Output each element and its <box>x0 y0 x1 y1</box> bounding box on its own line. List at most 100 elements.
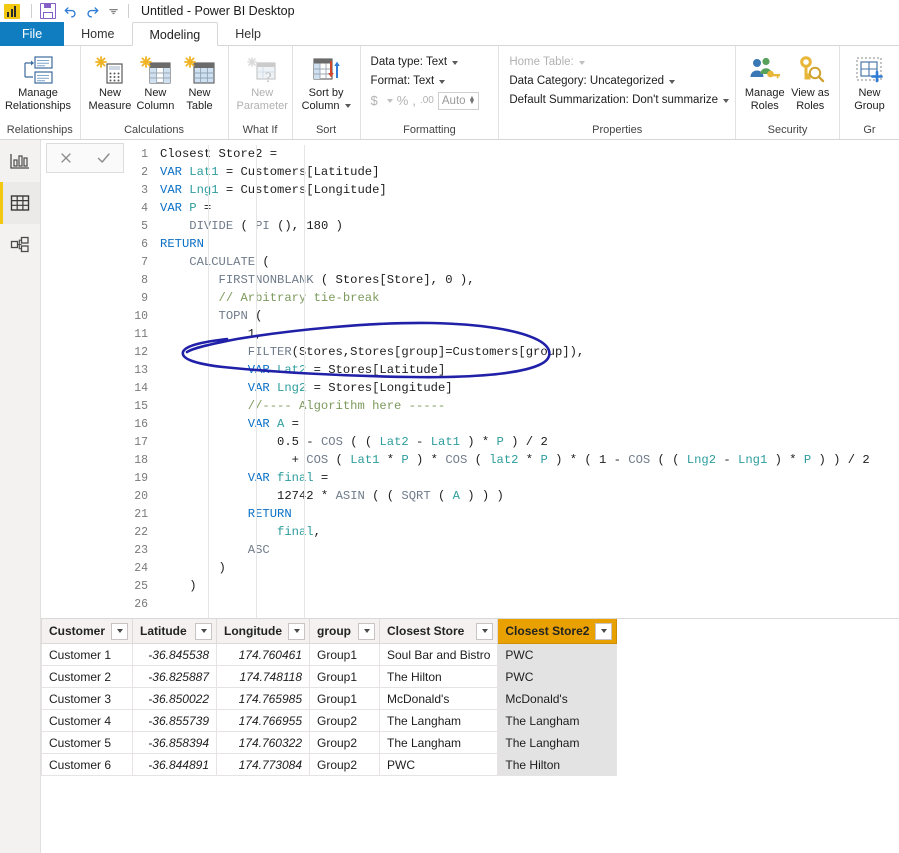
customize-quick-access-chevron-down-icon[interactable] <box>107 5 120 18</box>
view-as-roles-button[interactable]: View as Roles <box>788 51 834 112</box>
table-cell[interactable]: Customer 4 <box>41 709 134 732</box>
decimal-places-button[interactable]: .00 <box>420 91 434 110</box>
table-cell[interactable]: The Langham <box>497 731 618 754</box>
table-cell[interactable]: The Hilton <box>378 665 499 688</box>
code-line: 13 VAR Lat2 = Stores[Latitude] <box>126 361 899 379</box>
column-header-customer[interactable]: Customer <box>41 619 134 644</box>
data-table: Customer Latitude Longitude group Closest St… <box>41 619 618 776</box>
line-number: 3 <box>141 184 148 197</box>
new-column-button[interactable]: New Column <box>133 51 177 112</box>
manage-roles-button[interactable]: Manage Roles <box>742 51 788 112</box>
data-type-dropdown[interactable]: Data type: Text <box>371 53 459 72</box>
table-cell[interactable]: Customer 6 <box>41 753 134 776</box>
table-cell[interactable]: -36.855739 <box>132 709 218 732</box>
table-cell[interactable]: PWC <box>497 643 618 666</box>
tab-home[interactable]: Home <box>64 22 131 46</box>
table-cell[interactable]: PWC <box>378 753 499 776</box>
column-header-closest-store2[interactable]: Closest Store2 <box>497 619 618 644</box>
table-cell[interactable]: The Langham <box>378 709 499 732</box>
table-cell[interactable]: 174.766955 <box>216 709 310 732</box>
sidebar-item-data-view[interactable] <box>0 182 40 224</box>
table-cell[interactable]: Customer 5 <box>41 731 134 754</box>
table-row[interactable]: Customer 3 -36.850022 174.765985 Group1 McDo… <box>41 687 618 710</box>
column-filter-dropdown-icon[interactable] <box>288 622 305 640</box>
table-cell[interactable]: The Hilton <box>497 753 618 776</box>
data-grid[interactable]: Customer Latitude Longitude group Closest St… <box>41 619 899 853</box>
accept-formula-button[interactable] <box>85 144 123 172</box>
table-cell[interactable]: 174.773084 <box>216 753 310 776</box>
column-filter-dropdown-icon[interactable] <box>111 622 129 640</box>
table-row[interactable]: Customer 1 -36.845538 174.760461 Group1 Soul… <box>41 643 618 666</box>
code-token: ) ) ) <box>459 489 504 503</box>
tab-modeling[interactable]: Modeling <box>131 22 219 46</box>
table-cell[interactable]: 174.748118 <box>216 665 310 688</box>
column-header-longitude[interactable]: Longitude <box>216 619 310 644</box>
table-cell[interactable]: Customer 1 <box>41 643 134 666</box>
table-cell[interactable]: Group2 <box>309 709 380 732</box>
column-header-closest-store[interactable]: Closest Store <box>378 619 499 644</box>
code-token: = Stores[Longitude] <box>306 381 453 395</box>
table-cell[interactable]: Customer 2 <box>41 665 134 688</box>
column-filter-dropdown-icon[interactable] <box>195 622 213 640</box>
table-cell[interactable]: PWC <box>497 665 618 688</box>
column-filter-dropdown-icon[interactable] <box>595 622 613 640</box>
tab-file[interactable]: File <box>0 22 65 46</box>
table-cell[interactable]: -36.844891 <box>132 753 218 776</box>
new-parameter-icon: ? <box>246 53 278 87</box>
code-token: ( <box>328 453 351 467</box>
table-row[interactable]: Customer 4 -36.855739 174.766955 Group2 The … <box>41 709 618 732</box>
table-cell[interactable]: McDonald's <box>497 687 618 710</box>
table-cell[interactable]: -36.858394 <box>132 731 218 754</box>
percent-format-button[interactable]: % <box>397 91 409 110</box>
table-row[interactable]: Customer 5 -36.858394 174.760322 Group2 The … <box>41 731 618 754</box>
table-cell[interactable]: The Langham <box>378 731 499 754</box>
code-token: ) * <box>408 453 446 467</box>
table-cell[interactable]: 174.760461 <box>216 643 310 666</box>
table-cell[interactable]: Group2 <box>309 753 380 776</box>
sidebar-item-model-view[interactable] <box>0 224 40 266</box>
default-summarization-dropdown[interactable]: Default Summarization: Don't summarize <box>509 91 729 110</box>
table-cell[interactable]: Group2 <box>309 731 380 754</box>
cancel-formula-button[interactable] <box>47 144 85 172</box>
table-cell[interactable]: McDonald's <box>378 687 499 710</box>
new-table-button[interactable]: New Table <box>177 51 221 112</box>
table-cell[interactable]: Group1 <box>309 687 380 710</box>
table-cell[interactable]: Group1 <box>309 665 380 688</box>
decimal-places-stepper[interactable]: Auto ▲ ▼ <box>437 91 480 110</box>
table-row[interactable]: Customer 6 -36.844891 174.773084 Group2 PWC T… <box>41 753 618 776</box>
table-cell[interactable]: -36.825887 <box>132 665 218 688</box>
table-row[interactable]: Customer 2 -36.825887 174.748118 Group1 The … <box>41 665 618 688</box>
dax-formula-editor[interactable]: 1 Closest Store2 = 2 VAR Lat1 = Customers[L… <box>41 140 899 619</box>
table-cell[interactable]: The Langham <box>497 709 618 732</box>
home-table-dropdown[interactable]: Home Table: <box>509 53 585 72</box>
column-filter-dropdown-icon[interactable] <box>358 622 375 640</box>
undo-icon[interactable] <box>63 4 78 18</box>
new-parameter-button[interactable]: ? New Parameter <box>235 51 290 112</box>
table-cell[interactable]: -36.845538 <box>132 643 218 666</box>
sort-by-column-button[interactable]: Sort by Column <box>299 51 354 112</box>
stepper-arrows-icon[interactable]: ▲ ▼ <box>469 95 476 106</box>
table-cell[interactable]: Customer 3 <box>41 687 134 710</box>
new-group-button[interactable]: New Group <box>846 51 893 112</box>
currency-chevron-down-icon[interactable] <box>386 98 393 103</box>
currency-format-button[interactable]: $ <box>371 91 378 110</box>
table-cell[interactable]: -36.850022 <box>132 687 218 710</box>
comma-format-button[interactable]: , <box>412 91 416 110</box>
dax-code[interactable]: 1 Closest Store2 = 2 VAR Lat1 = Customers[L… <box>126 145 899 618</box>
table-cell[interactable]: 174.760322 <box>216 731 310 754</box>
redo-icon[interactable] <box>85 4 100 18</box>
column-header-group[interactable]: group <box>309 619 380 644</box>
column-filter-dropdown-icon[interactable] <box>476 622 494 640</box>
table-cell[interactable]: 174.765985 <box>216 687 310 710</box>
data-category-dropdown[interactable]: Data Category: Uncategorized <box>509 72 676 91</box>
sidebar-item-report-view[interactable] <box>0 140 40 182</box>
manage-relationships-button[interactable]: Manage Relationships <box>5 51 71 112</box>
format-dropdown[interactable]: Format: Text <box>371 72 446 91</box>
table-cell[interactable]: Soul Bar and Bistro <box>378 643 499 666</box>
tab-help[interactable]: Help <box>218 22 278 46</box>
table-cell[interactable]: Group1 <box>309 643 380 666</box>
column-header-latitude[interactable]: Latitude <box>132 619 218 644</box>
save-icon[interactable] <box>40 3 56 19</box>
new-measure-button[interactable]: New Measure <box>87 51 134 112</box>
